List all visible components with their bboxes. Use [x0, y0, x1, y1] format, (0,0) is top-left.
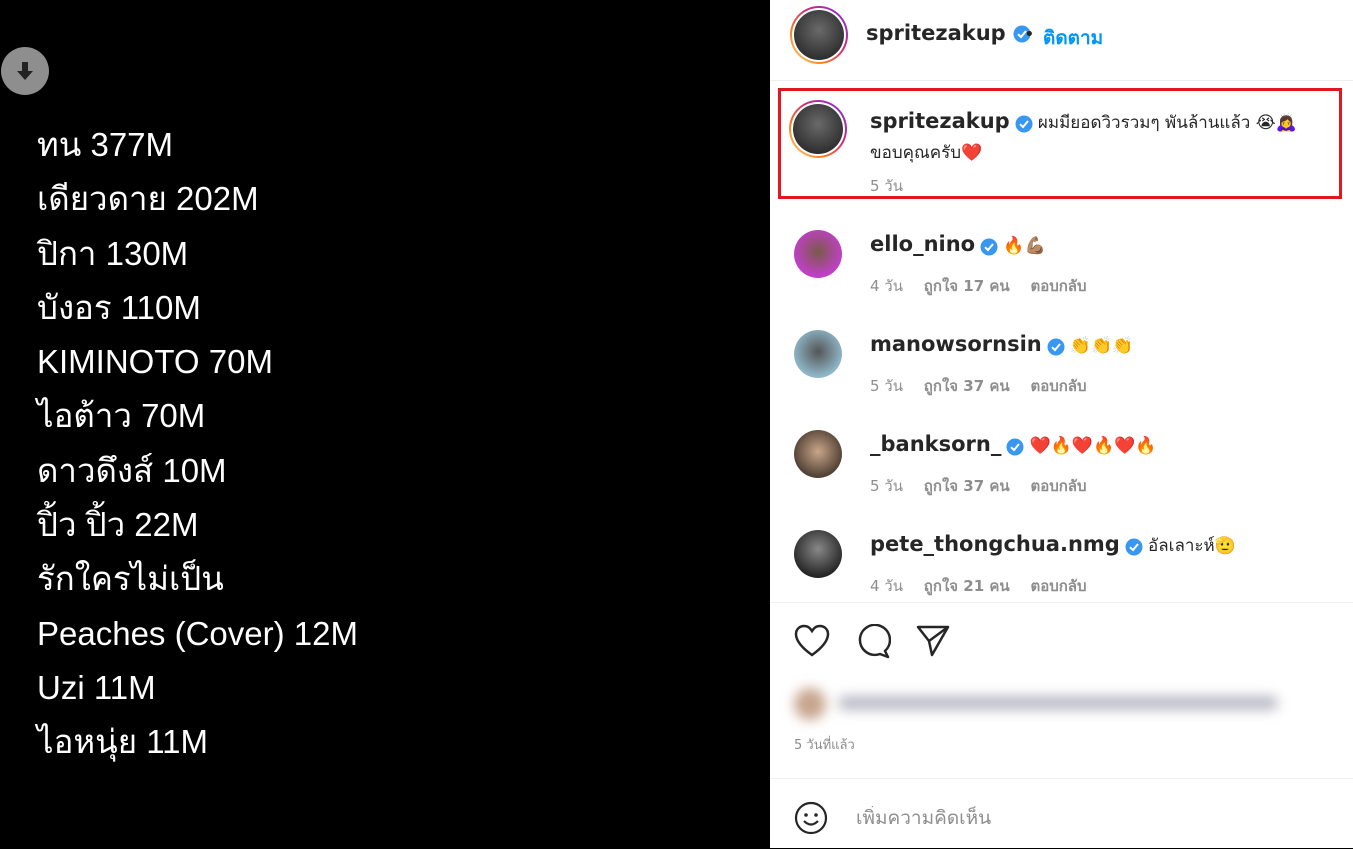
comment-row: _banksorn_ ❤️🔥❤️🔥❤️🔥 5 วัน ถูกใจ 37 คน ต…: [770, 428, 1353, 508]
song-item: รักใครไม่เป็น: [37, 560, 224, 598]
comment-likes[interactable]: ถูกใจ 21 คน: [924, 577, 1010, 595]
song-item: ปิ้ว ปิ้ว 22M: [37, 506, 199, 544]
comment-input[interactable]: [854, 806, 1318, 830]
comment-username[interactable]: pete_thongchua.nmg: [870, 532, 1120, 556]
reply-button[interactable]: ตอบกลับ: [1030, 577, 1086, 595]
comment-time: 4 วัน: [870, 277, 903, 295]
author-avatar[interactable]: [790, 6, 848, 64]
post-time-ago: 5 วันที่แล้ว: [794, 738, 855, 753]
verified-badge-icon: [1047, 338, 1065, 355]
song-item: บังอร 110M: [37, 288, 201, 326]
commenter-avatar[interactable]: [794, 230, 842, 278]
verified-badge-icon: [980, 238, 998, 255]
commenter-avatar[interactable]: [794, 530, 842, 578]
add-comment-bar: [770, 778, 1353, 849]
caption-avatar[interactable]: [789, 100, 847, 158]
comment-time: 5 วัน: [870, 377, 903, 395]
caption-time: 5 วัน: [870, 177, 903, 195]
share-send-icon[interactable]: [915, 624, 951, 658]
comment-username[interactable]: _banksorn_: [870, 432, 1001, 456]
comment-row: ello_nino 🔥💪🏽 4 วัน ถูกใจ 17 คน ตอบกลับ: [770, 228, 1353, 308]
comment-username[interactable]: manowsornsin: [870, 332, 1042, 356]
heart-icon[interactable]: [794, 624, 830, 658]
comment-text: อัลเลาะห์🫡: [1148, 536, 1236, 556]
song-view-list: ทน 377M เดียวดาย 202M ปิกา 130M บังอร 11…: [37, 118, 358, 770]
caption-comment: spritezakup ผมมียอดวิวรวมๆ พันล้านแล้ว 😭…: [770, 96, 1353, 200]
song-item: ไอหนุ่ย 11M: [37, 723, 208, 761]
separator-dot: •: [1024, 24, 1035, 45]
song-item: ดาวดึงส์ 10M: [37, 451, 227, 489]
song-item: Uzi 11M: [37, 668, 156, 706]
comments-panel: spritezakup • ติดตาม spritezakup ผมมียอด…: [770, 0, 1353, 848]
comment-username[interactable]: ello_nino: [870, 232, 975, 256]
verified-badge-icon: [1015, 115, 1033, 132]
reply-button[interactable]: ตอบกลับ: [1030, 477, 1086, 495]
comment-time: 4 วัน: [870, 577, 903, 595]
post-media: ทน 377M เดียวดาย 202M ปิกา 130M บังอร 11…: [0, 0, 770, 848]
song-item: เดียวดาย 202M: [37, 180, 259, 218]
comment-row: pete_thongchua.nmg อัลเลาะห์🫡 4 วัน ถูกใ…: [770, 528, 1353, 602]
reply-button[interactable]: ตอบกลับ: [1030, 377, 1086, 395]
comment-likes[interactable]: ถูกใจ 37 คน: [924, 477, 1010, 495]
song-item: KIMINOTO 70M: [37, 343, 273, 381]
liked-by-blurred: [794, 686, 1284, 722]
emoji-icon[interactable]: [794, 801, 828, 835]
download-arrow-icon: [17, 62, 33, 80]
comment-likes[interactable]: ถูกใจ 17 คน: [924, 277, 1010, 295]
verified-badge-icon: [1006, 438, 1024, 455]
post-actions-bar: [770, 602, 1353, 603]
comment-icon[interactable]: [855, 624, 891, 660]
song-item: Peaches (Cover) 12M: [37, 614, 358, 652]
verified-badge-icon: [1125, 538, 1143, 555]
reply-button[interactable]: ตอบกลับ: [1030, 277, 1086, 295]
comment-text: 👏👏👏: [1069, 336, 1134, 356]
follow-button[interactable]: ติดตาม: [1043, 23, 1103, 53]
post-header: spritezakup • ติดตาม: [770, 0, 1353, 81]
song-item: ไอต้าว 70M: [37, 397, 206, 435]
download-button[interactable]: [1, 47, 49, 95]
commenter-avatar[interactable]: [794, 430, 842, 478]
comment-text: 🔥💪🏽: [1003, 236, 1046, 256]
comment-time: 5 วัน: [870, 477, 903, 495]
song-item: ทน 377M: [37, 126, 174, 163]
comment-text: ❤️🔥❤️🔥❤️🔥: [1029, 436, 1157, 456]
header-username[interactable]: spritezakup: [866, 21, 1031, 45]
comment-row: manowsornsin 👏👏👏 5 วัน ถูกใจ 37 คน ตอบกล…: [770, 328, 1353, 408]
comment-likes[interactable]: ถูกใจ 37 คน: [924, 377, 1010, 395]
song-item: ปิกา 130M: [37, 234, 189, 272]
commenter-avatar[interactable]: [794, 330, 842, 378]
caption-username[interactable]: spritezakup: [870, 109, 1010, 133]
